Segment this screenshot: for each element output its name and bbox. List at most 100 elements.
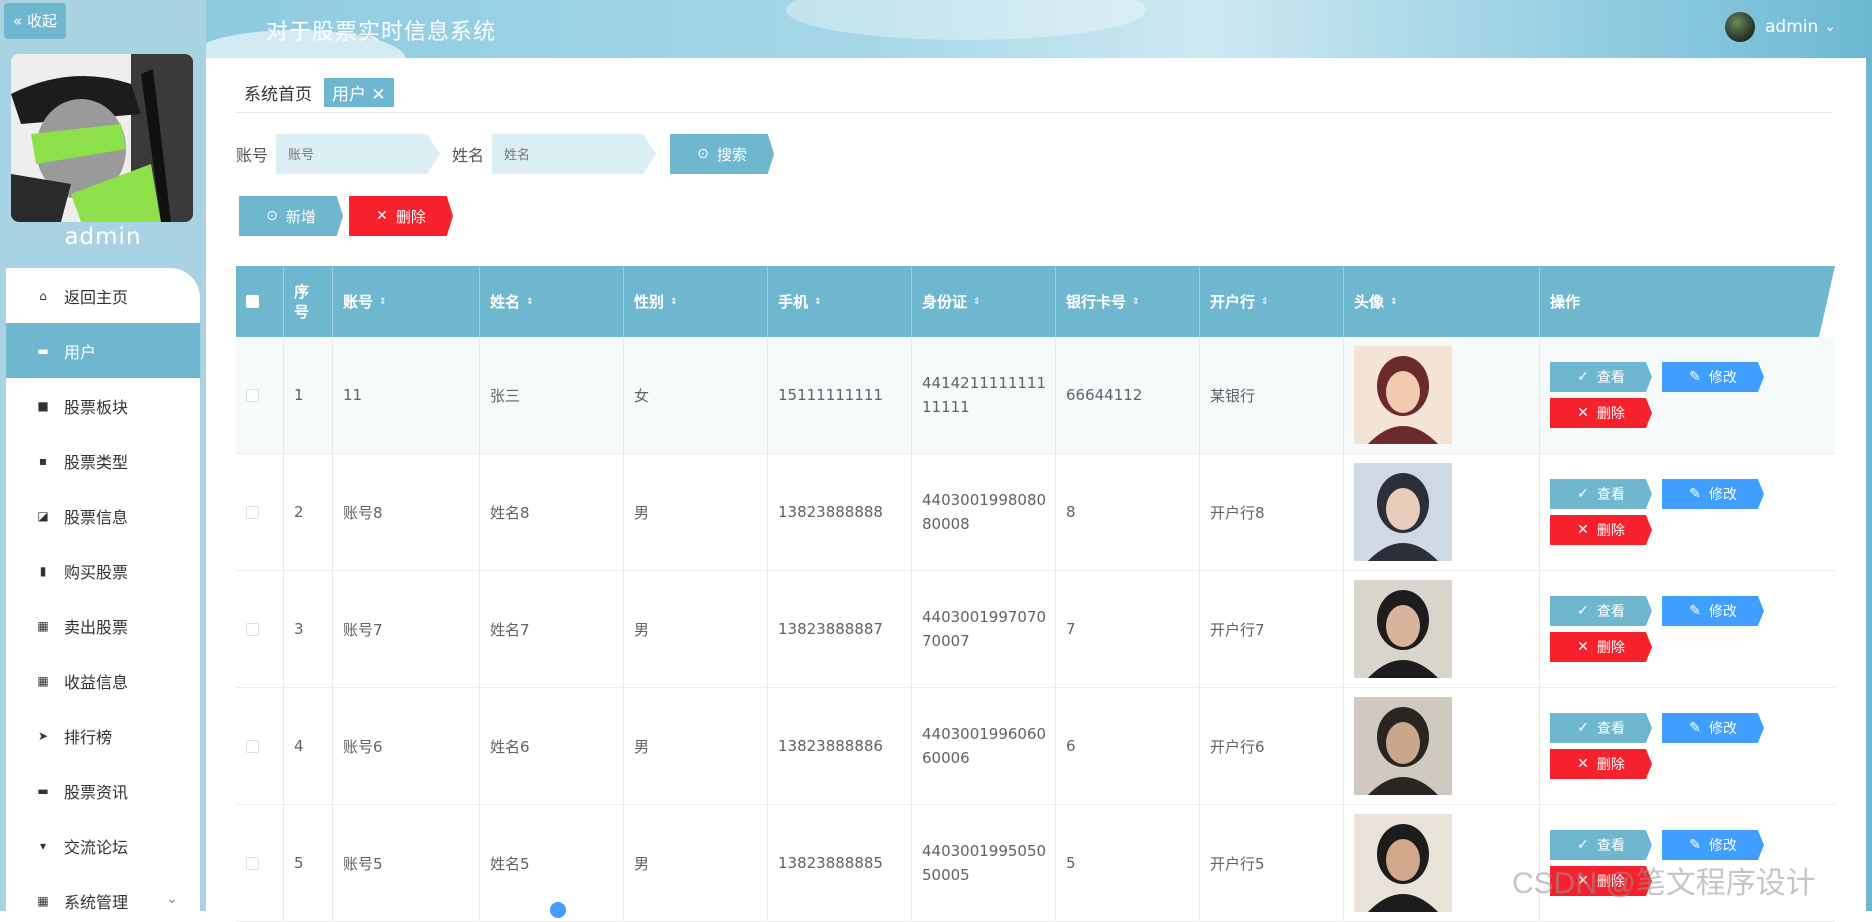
check-icon: ✓ [1577,837,1589,853]
column-header-gender[interactable]: 性别 ⇕ [624,266,768,337]
edit-button[interactable]: ✎ 修改 [1662,713,1764,743]
id-card-cell: 440300199707070007 [912,571,1056,687]
user-photo[interactable] [1354,346,1452,444]
row-select-cell [236,571,284,687]
edit-button-label: 修改 [1708,838,1737,854]
column-header-index: 序号 [284,266,333,337]
tab-users[interactable]: 用户 ✕ [324,78,394,107]
sidebar-item-system[interactable]: ▦ 系统管理 ⌄ [6,873,200,911]
scroll-indicator[interactable] [550,902,566,918]
column-header-account[interactable]: 账号 ⇕ [333,266,480,337]
sidebar-item-sell-stock[interactable]: ▦ 卖出股票 [6,598,200,653]
sort-icon[interactable]: ⇕ [379,297,387,307]
user-table: 序号 账号 ⇕ 姓名 ⇕ 性别 ⇕ 手机 ⇕ 身份证 ⇕ 银行卡号 ⇕ 开户行 ⇕ 头像 ⇕ 操… [236,266,1835,922]
sidebar-item-home[interactable]: ⌂ 返回主页 [6,268,200,323]
view-button[interactable]: ✓ 查看 [1550,479,1652,509]
column-header-label: 身份证 [922,293,968,311]
search-icon: ⊙ [697,146,709,162]
sidebar-item-users[interactable]: ▬ 用户 [6,323,200,378]
user-menu[interactable]: admin ⌄ [1724,12,1836,42]
select-all-cell [236,266,284,337]
view-button[interactable]: ✓ 查看 [1550,830,1652,860]
table-body: 1 11 张三 女 15111111111 441421111111111111… [236,337,1835,922]
sidebar-item-stock-news[interactable]: ▬ 股票资讯 [6,763,200,818]
add-icon: ⊙ [266,208,278,224]
user-photo[interactable] [1354,580,1452,678]
edit-button[interactable]: ✎ 修改 [1662,479,1764,509]
chat-icon: ▪ [38,453,48,468]
delete-button[interactable]: ✕ 删除 [1550,632,1652,662]
sidebar-item-buy-stock[interactable]: ▮ 购买股票 [6,543,200,598]
sort-icon[interactable]: ⇕ [1261,297,1269,307]
sort-icon[interactable]: ⇕ [526,297,534,307]
delete-button[interactable]: ✕ 删除 [1550,749,1652,779]
sidebar-item-ranking[interactable]: ➤ 排行榜 [6,708,200,763]
bank-card-cell: 66644112 [1056,337,1200,453]
column-header-bank[interactable]: 开户行 ⇕ [1200,266,1344,337]
sidebar-item-stock-type[interactable]: ▪ 股票类型 [6,433,200,488]
account-search-input[interactable] [276,134,441,174]
row-checkbox[interactable] [246,505,259,519]
edit-button[interactable]: ✎ 修改 [1662,362,1764,392]
edit-icon: ✎ [1689,720,1701,736]
collapse-button[interactable]: « 收起 [4,3,66,39]
phone-cell: 13823888887 [768,571,912,687]
sidebar-item-label: 返回主页 [64,287,129,307]
sort-icon[interactable]: ⇕ [1390,297,1398,307]
column-header-id-card[interactable]: 身份证 ⇕ [912,266,1056,337]
column-header-phone[interactable]: 手机 ⇕ [768,266,912,337]
delete-button-label: 删除 [1596,640,1625,656]
column-header-avatar[interactable]: 头像 ⇕ [1344,266,1540,337]
row-select-cell [236,337,284,453]
sidebar-item-stock-sector[interactable]: ■ 股票板块 [6,378,200,433]
sidebar-item-earnings[interactable]: ▦ 收益信息 [6,653,200,708]
column-header-bank-card[interactable]: 银行卡号 ⇕ [1056,266,1200,337]
avatar-illustration [11,54,193,222]
sort-icon[interactable]: ⇕ [670,297,678,307]
delete-button[interactable]: ✕ 删除 [1550,398,1652,428]
sort-icon[interactable]: ⇕ [814,297,822,307]
bank-cell: 开户行8 [1200,454,1344,570]
row-checkbox[interactable] [246,388,259,402]
add-button-label: 新增 [285,207,316,226]
sort-icon[interactable]: ⇕ [1132,297,1140,307]
user-photo[interactable] [1354,463,1452,561]
edit-icon: ✎ [1689,486,1701,502]
edit-button[interactable]: ✎ 修改 [1662,830,1764,860]
view-button[interactable]: ✓ 查看 [1550,596,1652,626]
select-all-checkbox[interactable] [246,295,259,308]
delete-button-label: 删除 [1596,406,1625,422]
index-cell: 4 [284,688,333,804]
add-button[interactable]: ⊙ 新增 [239,196,343,236]
batch-delete-button[interactable]: ✕ 删除 [349,196,453,236]
bank-cell: 某银行 [1200,337,1344,453]
row-checkbox[interactable] [246,856,259,870]
column-header-name[interactable]: 姓名 ⇕ [480,266,624,337]
view-button[interactable]: ✓ 查看 [1550,713,1652,743]
phone-cell: 13823888888 [768,454,912,570]
user-photo[interactable] [1354,697,1452,795]
index-cell: 3 [284,571,333,687]
view-button[interactable]: ✓ 查看 [1550,362,1652,392]
name-search-input[interactable] [492,134,657,174]
check-icon: ✓ [1577,369,1589,385]
edit-button[interactable]: ✎ 修改 [1662,596,1764,626]
sidebar-item-stock-info[interactable]: ◪ 股票信息 [6,488,200,543]
account-label: 账号 [236,146,269,165]
breadcrumb-home[interactable]: 系统首页 [236,78,320,107]
edit-button-label: 修改 [1708,370,1737,386]
user-photo[interactable] [1354,814,1452,912]
sort-icon[interactable]: ⇕ [973,297,981,307]
delete-button-label: 删除 [395,207,426,226]
gender-cell: 女 [624,337,768,453]
sidebar-item-forum[interactable]: ▾ 交流论坛 [6,818,200,873]
search-button[interactable]: ⊙ 搜索 [670,134,775,174]
delete-button[interactable]: ✕ 删除 [1550,515,1652,545]
row-checkbox[interactable] [246,739,259,753]
gender-cell: 男 [624,571,768,687]
table-row: 3 账号7 姓名7 男 13823888887 4403001997070700… [236,571,1835,688]
row-checkbox[interactable] [246,622,259,636]
avatar-cell [1344,337,1540,453]
grid-icon: ▦ [37,673,49,688]
actions-cell: ✓ 查看 ✎ 修改 ✕ 删除 [1540,337,1835,453]
